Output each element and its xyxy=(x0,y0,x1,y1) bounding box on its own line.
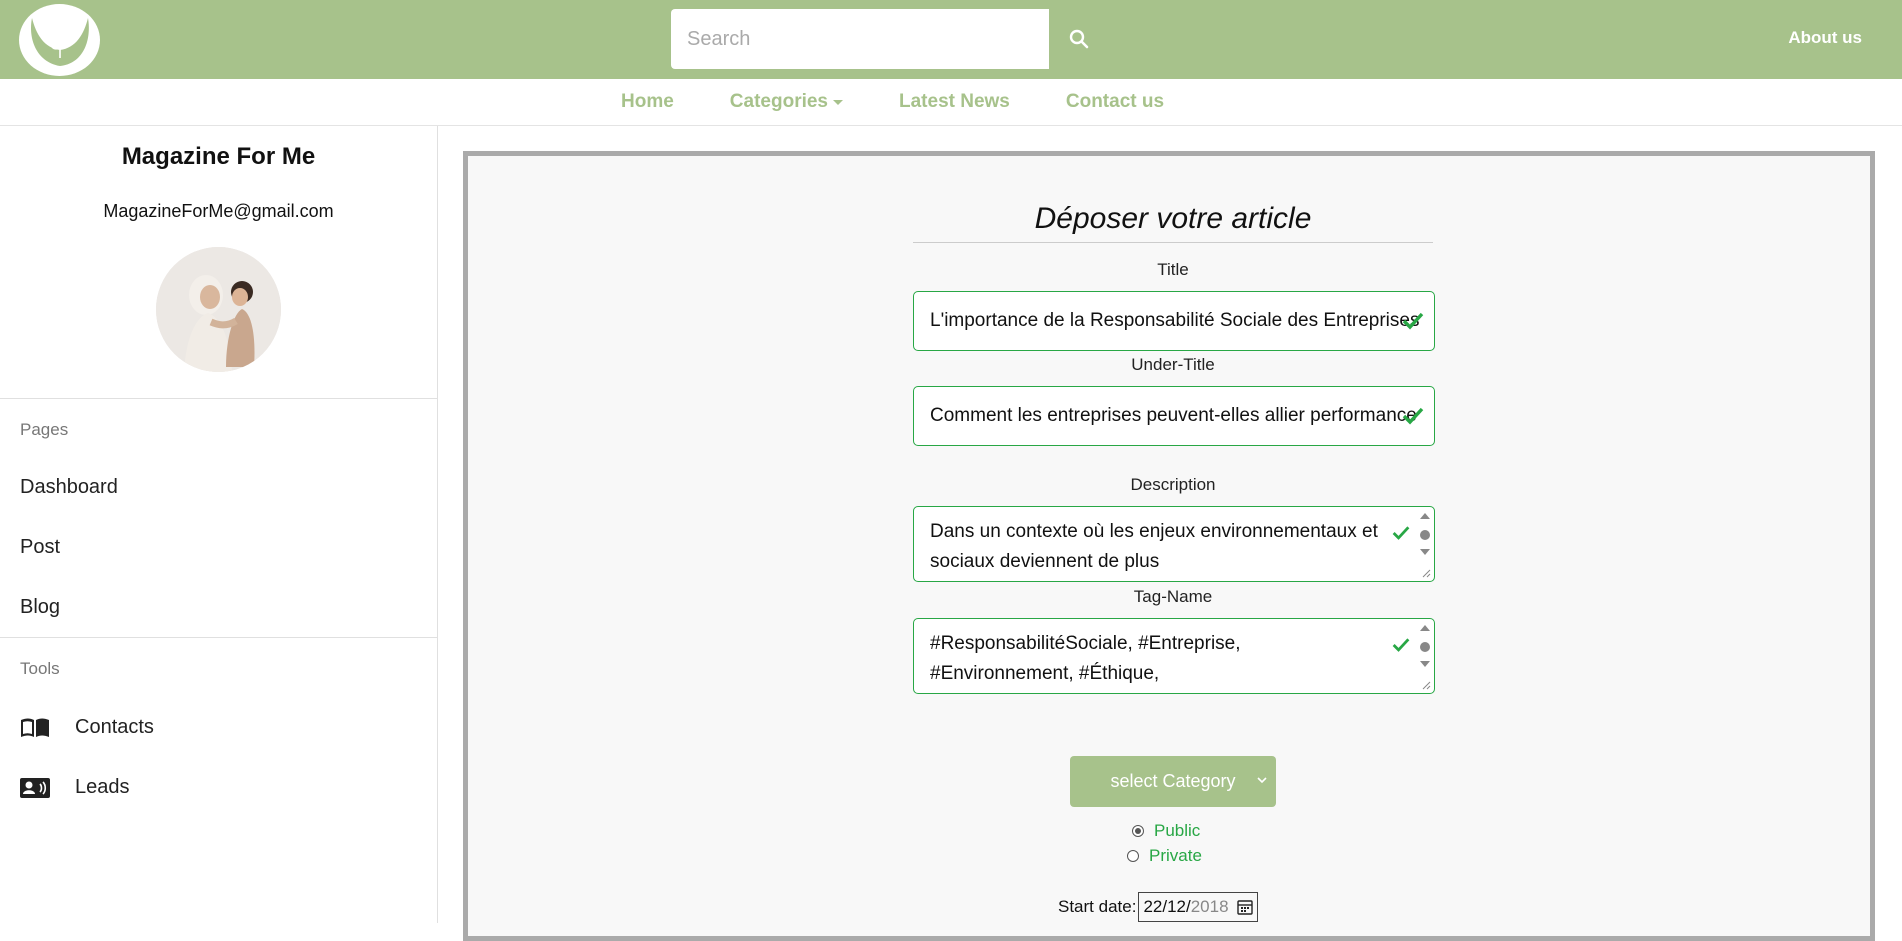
start-date-year: 2018 xyxy=(1190,897,1229,916)
contact-card-icon xyxy=(20,777,50,799)
search-bar xyxy=(671,9,1109,69)
textarea-scrollbar[interactable] xyxy=(1418,509,1432,579)
tools-section-label: Tools xyxy=(20,659,60,678)
sidebar-item-dashboard[interactable]: Dashboard xyxy=(20,476,118,499)
start-date-day-month: 22/12/ xyxy=(1143,897,1191,916)
avatar[interactable] xyxy=(156,247,281,372)
subtitle-label: Under-Title xyxy=(1131,355,1215,374)
radio-public[interactable]: Public xyxy=(1132,821,1200,841)
tags-textarea-value: #ResponsabilitéSociale, #Entreprise, #En… xyxy=(930,633,1241,684)
sidebar-divider xyxy=(0,637,437,638)
sidebar-item-label: Dashboard xyxy=(20,476,118,498)
radio-public-label: Public xyxy=(1154,821,1201,840)
description-textarea-value: Dans un contexte où les enjeux environne… xyxy=(930,521,1378,572)
sidebar-item-post[interactable]: Post xyxy=(20,536,60,559)
start-date-input[interactable]: 22/12/ 2018 xyxy=(1138,892,1258,922)
title-input-value: L'importance de la Responsabilité Social… xyxy=(930,310,1420,331)
search-button[interactable] xyxy=(1049,9,1109,69)
check-icon xyxy=(1402,312,1424,330)
book-icon xyxy=(20,717,50,739)
category-select-label: select Category xyxy=(1110,771,1236,791)
description-textarea[interactable]: Dans un contexte où les enjeux environne… xyxy=(913,506,1435,582)
sidebar: Magazine For Me MagazineForMe@gmail.com … xyxy=(0,126,438,923)
nav-categories-label: Categories xyxy=(729,91,828,112)
title-input[interactable]: L'importance de la Responsabilité Social… xyxy=(913,291,1435,351)
radio-button-unchecked[interactable] xyxy=(1127,850,1139,862)
chevron-down-icon xyxy=(1257,777,1267,784)
tags-label: Tag-Name xyxy=(1133,587,1213,606)
sidebar-divider xyxy=(0,398,437,399)
sidebar-item-label: Blog xyxy=(20,596,61,618)
start-date-label: Start date: xyxy=(1058,897,1137,916)
radio-private[interactable]: Private xyxy=(1127,846,1202,866)
category-select[interactable]: select Category xyxy=(1070,756,1276,807)
search-icon xyxy=(1069,29,1089,49)
subtitle-input[interactable]: Comment les entreprises peuvent-elles al… xyxy=(913,386,1435,446)
caret-down-icon xyxy=(833,99,843,105)
radio-button-checked[interactable] xyxy=(1132,825,1144,837)
textarea-scrollbar[interactable] xyxy=(1418,621,1432,691)
radio-private-label: Private xyxy=(1149,846,1202,865)
check-icon xyxy=(1392,526,1410,540)
start-date-row: Start date: 22/12/ 2018 xyxy=(1058,892,1258,922)
sidebar-item-label: Leads xyxy=(75,776,130,798)
sidebar-item-label: Contacts xyxy=(75,716,154,738)
top-header: About us xyxy=(0,0,1902,79)
search-input[interactable] xyxy=(671,9,1049,69)
calendar-icon[interactable] xyxy=(1236,899,1253,915)
sidebar-item-label: Post xyxy=(20,536,61,558)
nav-home[interactable]: Home xyxy=(621,91,674,113)
site-logo[interactable] xyxy=(19,4,100,76)
sidebar-item-contacts[interactable]: Contacts xyxy=(20,716,154,739)
subtitle-input-value: Comment les entreprises peuvent-elles al… xyxy=(930,405,1417,426)
nav-contact-us[interactable]: Contact us xyxy=(1066,91,1164,113)
tags-textarea[interactable]: #ResponsabilitéSociale, #Entreprise, #En… xyxy=(913,618,1435,694)
about-us-link[interactable]: About us xyxy=(1788,28,1862,48)
title-label: Title xyxy=(1157,260,1189,279)
sidebar-item-blog[interactable]: Blog xyxy=(20,596,60,619)
nav-categories-dropdown[interactable]: Categories xyxy=(730,91,843,113)
description-label: Description xyxy=(1130,475,1216,494)
nav-latest-news[interactable]: Latest News xyxy=(899,91,1010,113)
article-form-panel: Déposer votre article Title L'importance… xyxy=(463,151,1875,941)
main-nav-links: Home Categories Latest News Contact us xyxy=(593,79,1192,125)
sidebar-item-leads[interactable]: Leads xyxy=(20,776,130,799)
pages-section-label: Pages xyxy=(20,420,69,439)
check-icon xyxy=(1392,638,1410,652)
profile-email: MagazineForMe@gmail.com xyxy=(103,201,334,221)
form-title: Déposer votre article xyxy=(913,202,1433,243)
profile-name: Magazine For Me xyxy=(121,143,316,170)
check-icon xyxy=(1402,407,1424,425)
